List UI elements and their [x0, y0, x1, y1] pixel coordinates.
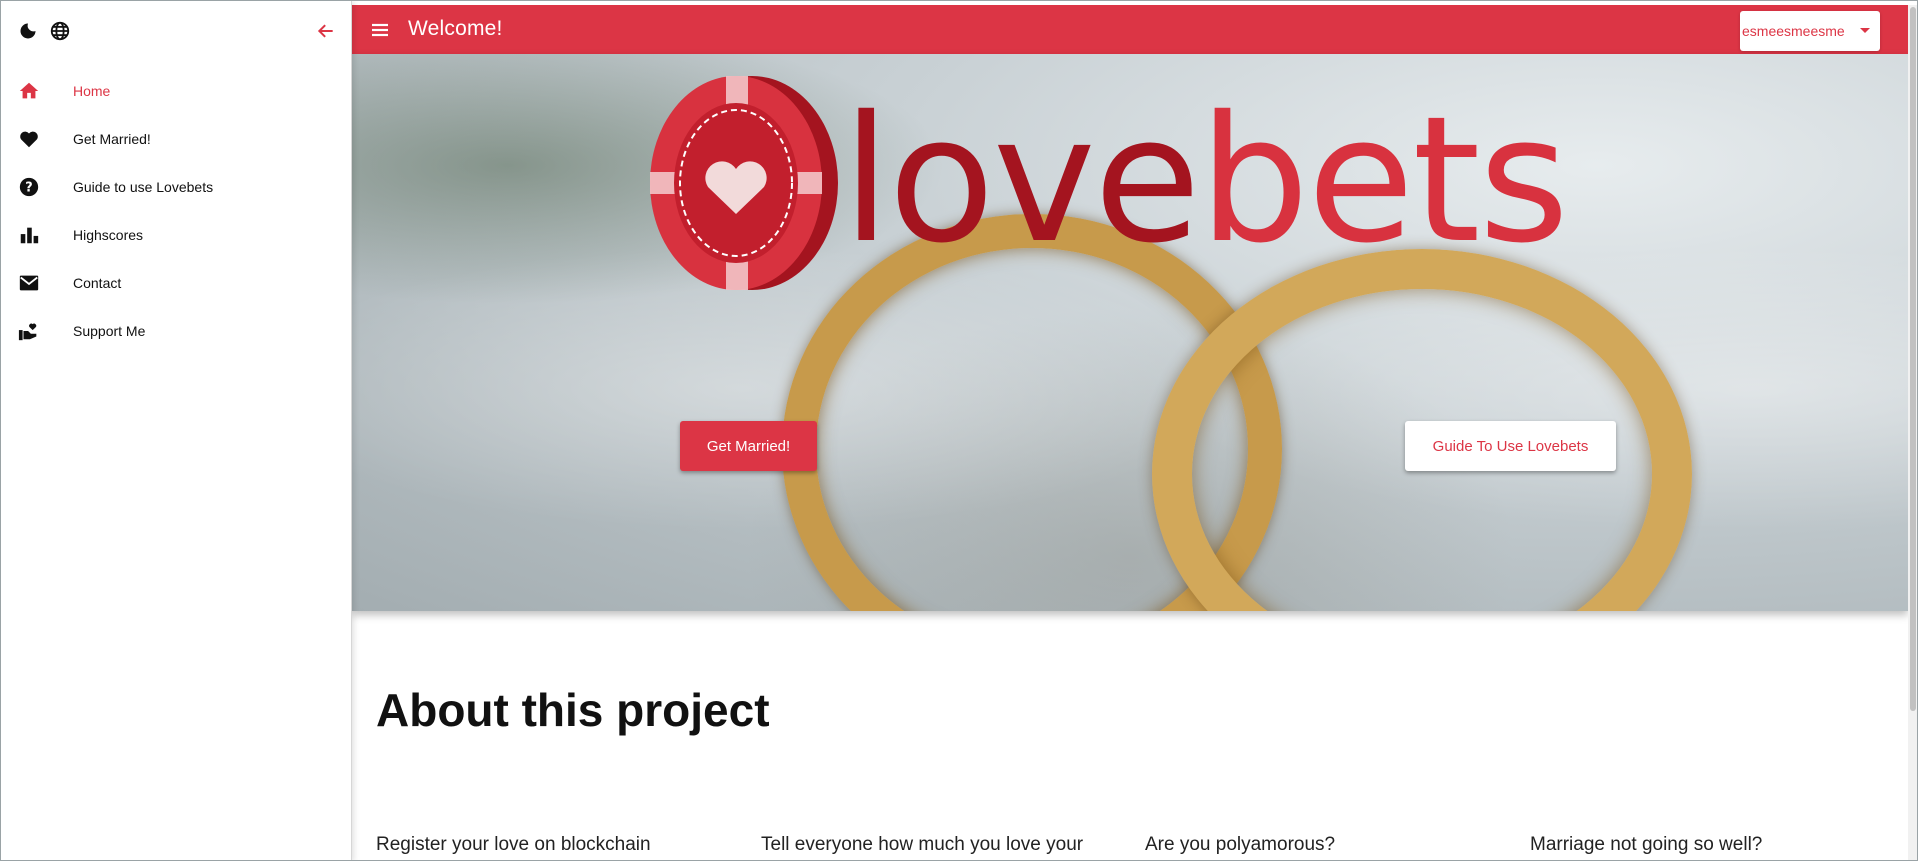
hero-banner: lovebets Get Married! Guide To Use Loveb…	[352, 54, 1908, 611]
sidebar-item-label: Highscores	[73, 227, 144, 243]
home-icon	[17, 79, 41, 103]
sidebar-item-label: Guide to use Lovebets	[73, 179, 214, 195]
app-window: Home Get Married! ? Guide to use Lovebet…	[0, 0, 1918, 861]
sidebar-item-label: Contact	[73, 275, 122, 291]
sidebar-item-label: Get Married!	[73, 131, 151, 147]
sidebar-header	[1, 1, 351, 59]
sidebar-item-contact[interactable]: Contact	[1, 259, 351, 307]
sidebar-item-label: Home	[73, 83, 111, 99]
sidebar-nav: Home Get Married! ? Guide to use Lovebet…	[1, 67, 351, 355]
hamburger-menu-icon[interactable]	[368, 18, 392, 42]
mail-icon	[17, 271, 41, 295]
sidebar-item-highscores[interactable]: Highscores	[1, 211, 351, 259]
heart-icon	[17, 127, 41, 151]
about-heading: About this project	[376, 684, 770, 736]
top-app-bar: Welcome! esmeesmeesme	[352, 5, 1908, 54]
guide-button[interactable]: Guide To Use Lovebets	[1405, 421, 1616, 471]
sidebar-item-guide[interactable]: ? Guide to use Lovebets	[1, 163, 351, 211]
chevron-down-icon	[1860, 28, 1870, 33]
close-sidebar-arrow-icon[interactable]	[314, 19, 338, 43]
sidebar-item-label: Support Me	[73, 323, 146, 339]
lovebets-logo-text: lovebets	[842, 79, 1569, 282]
page-title: Welcome!	[408, 17, 503, 40]
feature-title: Register your love on blockchain	[376, 834, 651, 855]
get-married-button[interactable]: Get Married!	[680, 421, 817, 471]
feature-title: Marriage not going so well?	[1530, 834, 1763, 855]
vertical-scrollbar[interactable]	[1908, 5, 1917, 860]
language-globe-icon[interactable]	[48, 19, 72, 43]
hand-heart-icon	[17, 319, 41, 343]
feature-title: Are you polyamorous?	[1145, 834, 1336, 855]
dark-mode-moon-icon[interactable]	[16, 19, 40, 43]
sidebar-item-support[interactable]: Support Me	[1, 307, 351, 355]
sidebar: Home Get Married! ? Guide to use Lovebet…	[1, 1, 352, 860]
feature-title: Tell everyone how much you love your	[761, 834, 1084, 855]
help-circle-icon: ?	[17, 175, 41, 199]
scrollbar-thumb[interactable]	[1910, 7, 1916, 711]
sidebar-item-home[interactable]: Home	[1, 67, 351, 115]
account-dropdown[interactable]: esmeesmeesme	[1740, 11, 1880, 51]
svg-text:?: ?	[25, 181, 32, 196]
poker-chip-heart-logo-icon	[650, 76, 838, 290]
bar-chart-icon	[17, 223, 41, 247]
sidebar-item-get-married[interactable]: Get Married!	[1, 115, 351, 163]
account-name: esmeesmeesme	[1742, 23, 1845, 39]
